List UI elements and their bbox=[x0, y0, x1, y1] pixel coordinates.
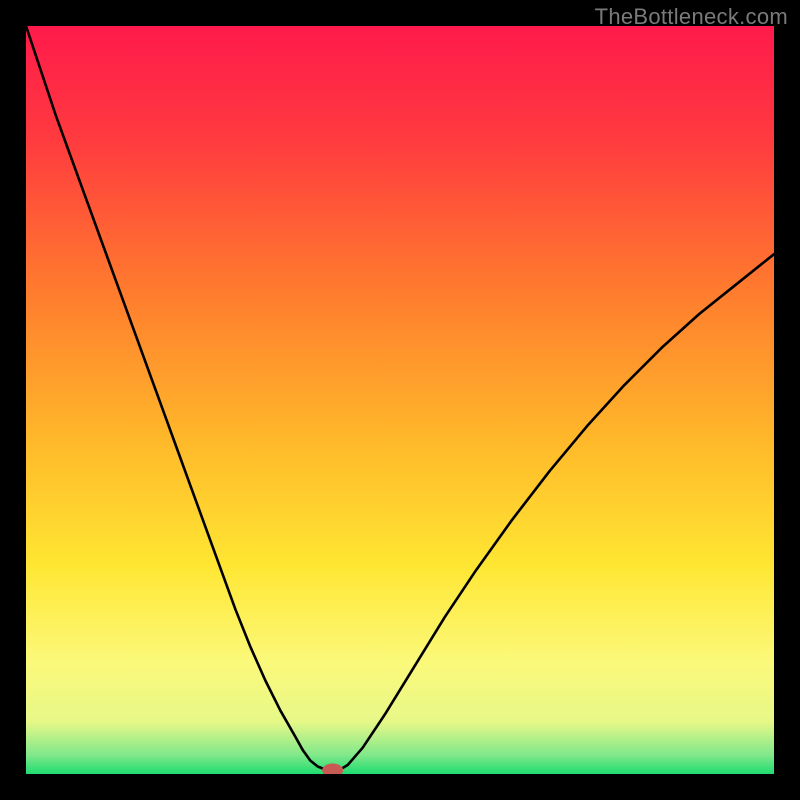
watermark-text: TheBottleneck.com bbox=[595, 4, 788, 30]
chart-frame: TheBottleneck.com bbox=[0, 0, 800, 800]
chart-svg bbox=[26, 26, 774, 774]
plot-area bbox=[26, 26, 774, 774]
gradient-background bbox=[26, 26, 774, 774]
